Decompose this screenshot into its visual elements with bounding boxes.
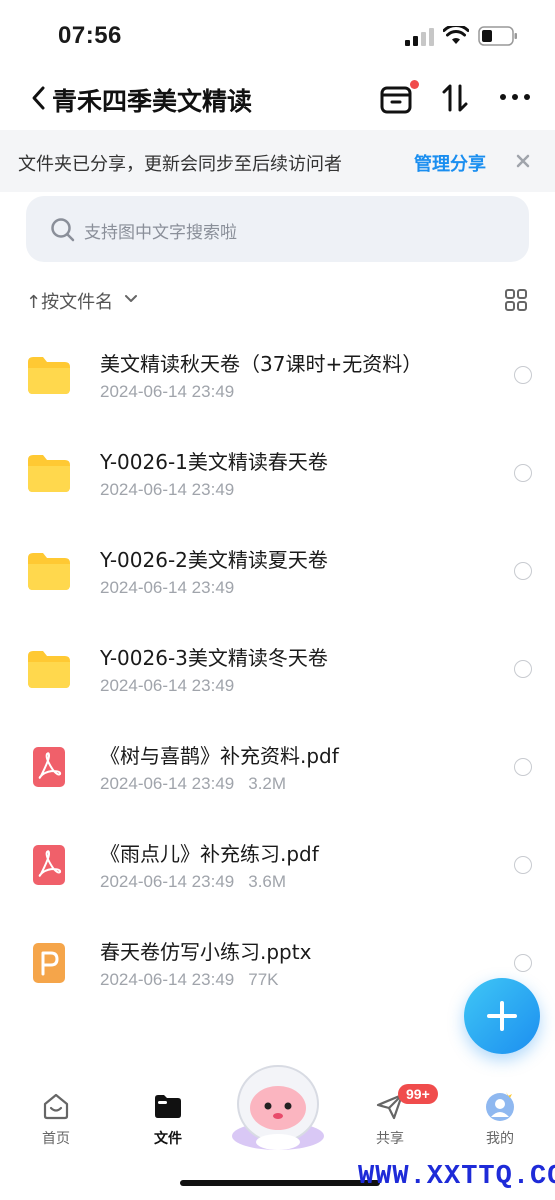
file-date: 2024-06-14 23:49 — [100, 970, 235, 989]
tab-label: 文件 — [154, 1131, 182, 1147]
tab-label: 我的 — [486, 1131, 514, 1147]
file-meta: 2024-06-14 23:49 — [100, 676, 234, 696]
signal-icon — [405, 28, 434, 46]
select-radio[interactable] — [514, 856, 532, 874]
file-row[interactable]: 《树与喜鹊》补充资料.pdf 2024-06-14 23:49 3.2M — [0, 718, 555, 816]
file-name: Y-0026-3美文精读冬天卷 — [100, 646, 328, 670]
manage-share-link[interactable]: 管理分享 — [414, 150, 486, 176]
file-meta: 2024-06-14 23:49 — [100, 480, 234, 500]
file-row[interactable]: Y-0026-3美文精读冬天卷 2024-06-14 23:49 — [0, 620, 555, 718]
select-radio[interactable] — [514, 562, 532, 580]
file-meta: 2024-06-14 23:49 77K — [100, 970, 278, 990]
home-icon — [43, 1093, 69, 1120]
back-icon[interactable] — [28, 84, 50, 112]
file-date: 2024-06-14 23:49 — [100, 382, 235, 401]
file-name: 春天卷仿写小练习.pptx — [100, 940, 312, 964]
sort-by-name-button[interactable]: ↑按文件名 — [26, 288, 113, 314]
folder-icon — [28, 553, 70, 590]
file-size: 77K — [248, 970, 279, 989]
folder-icon — [28, 455, 70, 492]
file-meta: 2024-06-14 23:49 3.6M — [100, 872, 286, 892]
file-date: 2024-06-14 23:49 — [100, 774, 235, 793]
status-bar: 07:56 — [0, 0, 555, 70]
file-name: 《雨点儿》补充练习.pdf — [100, 842, 319, 866]
notification-dot — [410, 80, 419, 89]
share-count-badge: 99+ — [398, 1084, 438, 1104]
plus-icon — [487, 1001, 517, 1031]
file-name: 美文精读秋天卷（37课时+无资料） — [100, 352, 423, 376]
sort-row: ↑按文件名 — [0, 284, 555, 316]
file-date: 2024-06-14 23:49 — [100, 480, 235, 499]
wifi-icon — [443, 26, 469, 44]
mascot-icon[interactable] — [226, 1058, 330, 1154]
file-size: 3.2M — [248, 774, 287, 793]
page-title: 青禾四季美文精读 — [52, 87, 253, 116]
file-name: 《树与喜鹊》补充资料.pdf — [100, 744, 339, 768]
select-radio[interactable] — [514, 366, 532, 384]
tab-home[interactable]: 首页 — [16, 1090, 96, 1160]
select-radio[interactable] — [514, 758, 532, 776]
tab-label: 首页 — [42, 1131, 70, 1147]
watermark: WWW.XXTTQ.COM — [358, 1162, 555, 1192]
tab-label: 共享 — [376, 1131, 404, 1147]
archive-box-icon[interactable] — [378, 82, 414, 116]
file-date: 2024-06-14 23:49 — [100, 676, 235, 695]
file-meta: 2024-06-14 23:49 — [100, 382, 234, 402]
battery-icon — [478, 26, 517, 46]
file-date: 2024-06-14 23:49 — [100, 578, 235, 597]
status-time: 07:56 — [58, 22, 122, 49]
file-row[interactable]: Y-0026-1美文精读春天卷 2024-06-14 23:49 — [0, 424, 555, 522]
search-placeholder: 支持图中文字搜索啦 — [84, 223, 237, 243]
more-icon[interactable] — [498, 90, 532, 104]
grid-view-icon[interactable] — [504, 288, 528, 312]
nav-bar: 青禾四季美文精读 — [0, 74, 555, 122]
folder-icon — [28, 651, 70, 688]
file-row[interactable]: 美文精读秋天卷（37课时+无资料） 2024-06-14 23:49 — [0, 326, 555, 424]
file-size: 3.6M — [248, 872, 287, 891]
transfer-icon[interactable] — [440, 82, 470, 114]
file-list: 美文精读秋天卷（37课时+无资料） 2024-06-14 23:49 Y-002… — [0, 326, 555, 1012]
file-row[interactable]: 《雨点儿》补充练习.pdf 2024-06-14 23:49 3.6M — [0, 816, 555, 914]
select-radio[interactable] — [514, 954, 532, 972]
close-icon[interactable] — [514, 152, 532, 170]
select-radio[interactable] — [514, 464, 532, 482]
file-date: 2024-06-14 23:49 — [100, 872, 235, 891]
chevron-down-icon[interactable] — [124, 294, 138, 304]
pdf-file-icon — [33, 747, 65, 787]
folder-icon — [155, 1095, 181, 1118]
share-banner-text: 文件夹已分享，更新会同步至后续访问者 — [18, 154, 342, 175]
file-meta: 2024-06-14 23:49 3.2M — [100, 774, 286, 794]
share-banner: 文件夹已分享，更新会同步至后续访问者 管理分享 — [0, 130, 555, 192]
tab-files[interactable]: 文件 — [128, 1090, 208, 1160]
home-indicator — [180, 1180, 380, 1186]
pptx-file-icon — [33, 943, 65, 983]
add-button[interactable] — [464, 978, 540, 1054]
tab-mine[interactable]: 我的 — [460, 1090, 540, 1160]
search-input[interactable]: 支持图中文字搜索啦 — [26, 196, 529, 262]
select-radio[interactable] — [514, 660, 532, 678]
folder-icon — [28, 357, 70, 394]
file-name: Y-0026-1美文精读春天卷 — [100, 450, 328, 474]
file-name: Y-0026-2美文精读夏天卷 — [100, 548, 328, 572]
file-meta: 2024-06-14 23:49 — [100, 578, 234, 598]
avatar-icon — [486, 1092, 514, 1121]
file-row[interactable]: Y-0026-2美文精读夏天卷 2024-06-14 23:49 — [0, 522, 555, 620]
pdf-file-icon — [33, 845, 65, 885]
search-icon — [51, 218, 75, 242]
